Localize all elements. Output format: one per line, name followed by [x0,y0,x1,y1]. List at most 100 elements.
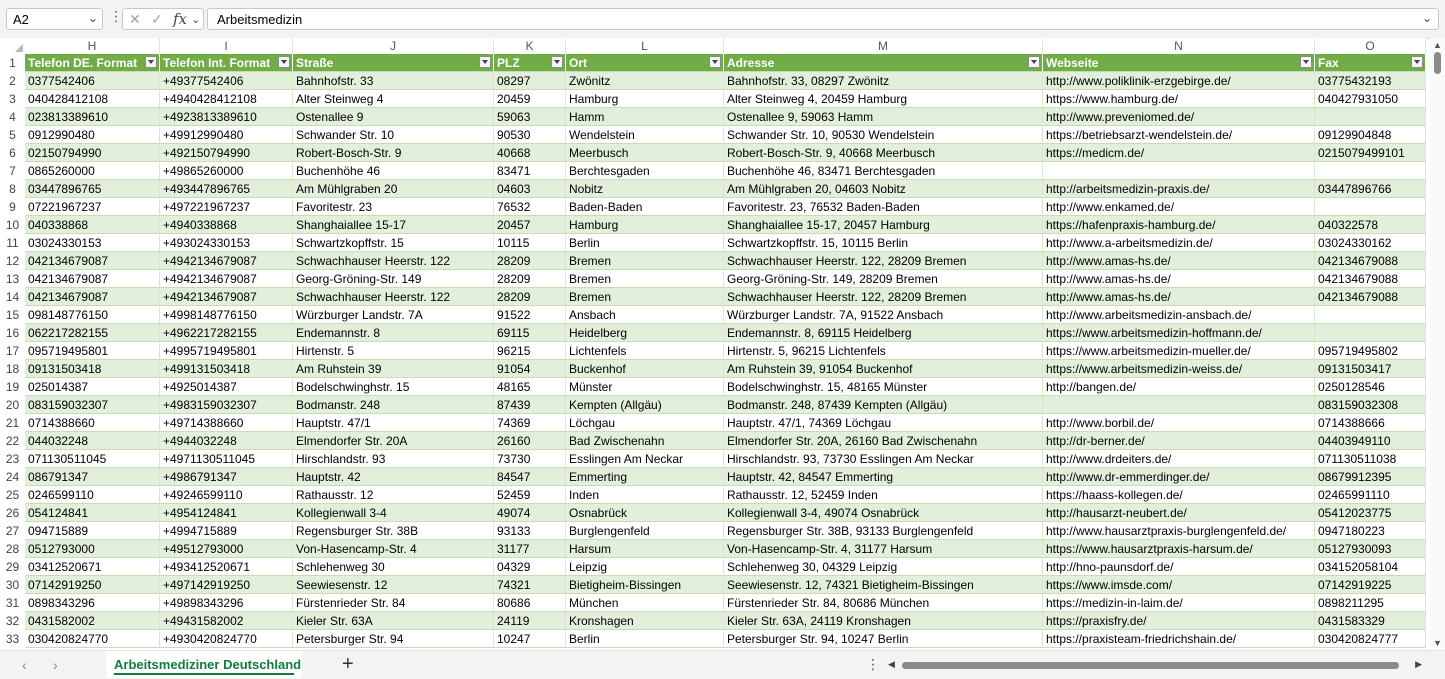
filter-dropdown-icon[interactable] [1300,56,1312,68]
table-cell[interactable]: 26160 [494,432,566,450]
table-cell[interactable]: 062217282155 [25,324,160,342]
table-cell[interactable]: Hirschlandstr. 93, 73730 Esslingen Am Ne… [724,450,1043,468]
table-cell[interactable]: 098148776150 [25,306,160,324]
row-header[interactable]: 25 [0,486,25,504]
table-header-cell[interactable]: Straße [293,54,494,72]
table-cell[interactable]: +49865260000 [160,162,293,180]
table-cell[interactable]: 030420824777 [1315,630,1426,648]
table-cell[interactable]: Endemannstr. 8, 69115 Heidelberg [724,324,1043,342]
table-cell[interactable]: 0714388660 [25,414,160,432]
table-header-cell[interactable]: Fax [1315,54,1426,72]
table-cell[interactable]: http://www.amas-hs.de/ [1043,288,1315,306]
column-header[interactable]: K [494,38,566,54]
table-cell[interactable]: +4962217282155 [160,324,293,342]
table-cell[interactable]: Ostenallee 9 [293,108,494,126]
row-header[interactable]: 9 [0,198,25,216]
table-cell[interactable]: Schwachhauser Heerstr. 122 [293,288,494,306]
table-cell[interactable]: 40668 [494,144,566,162]
next-sheet-icon[interactable]: › [53,657,58,673]
table-cell[interactable]: 07142919250 [25,576,160,594]
table-cell[interactable]: 0898211295 [1315,594,1426,612]
table-cell[interactable]: 76532 [494,198,566,216]
table-cell[interactable]: 02465991110 [1315,486,1426,504]
table-cell[interactable]: Favoritestr. 23 [293,198,494,216]
table-cell[interactable]: Hamm [566,108,724,126]
table-cell[interactable]: 023813389610 [25,108,160,126]
table-cell[interactable]: +4995719495801 [160,342,293,360]
table-cell[interactable]: +4942134679087 [160,270,293,288]
table-cell[interactable]: +493412520671 [160,558,293,576]
table-cell[interactable]: +4983159032307 [160,396,293,414]
table-cell[interactable]: 095719495801 [25,342,160,360]
scroll-left-icon[interactable]: ◀ [888,659,895,670]
table-cell[interactable]: +497221967237 [160,198,293,216]
table-cell[interactable]: +4942134679087 [160,252,293,270]
table-cell[interactable]: Emmerting [566,468,724,486]
table-cell[interactable]: Petersburger Str. 94 [293,630,494,648]
table-cell[interactable]: 040322578 [1315,216,1426,234]
table-cell[interactable]: Seewiesenstr. 12 [293,576,494,594]
table-cell[interactable]: http://dr-berner.de/ [1043,432,1315,450]
scroll-down-icon[interactable]: ▼ [1433,638,1442,648]
table-cell[interactable]: 0912990480 [25,126,160,144]
table-cell[interactable]: Petersburger Str. 94, 10247 Berlin [724,630,1043,648]
table-cell[interactable]: Heidelberg [566,324,724,342]
table-cell[interactable]: Rathausstr. 12, 52459 Inden [724,486,1043,504]
table-cell[interactable]: Hauptstr. 47/1 [293,414,494,432]
table-cell[interactable]: 0947180223 [1315,522,1426,540]
table-cell[interactable]: 96215 [494,342,566,360]
table-cell[interactable]: 07142919225 [1315,576,1426,594]
table-cell[interactable] [1315,162,1426,180]
table-cell[interactable]: Von-Hasencamp-Str. 4, 31177 Harsum [724,540,1043,558]
table-cell[interactable]: Seewiesenstr. 12, 74321 Bietigheim-Bissi… [724,576,1043,594]
table-cell[interactable]: 040338868 [25,216,160,234]
row-header[interactable]: 1 [0,54,25,72]
table-cell[interactable]: +493447896765 [160,180,293,198]
column-header[interactable]: J [293,38,494,54]
table-cell[interactable]: http://www.poliklinik-erzgebirge.de/ [1043,72,1315,90]
table-cell[interactable]: 02150794990 [25,144,160,162]
table-cell[interactable]: 20459 [494,90,566,108]
table-cell[interactable]: Esslingen Am Neckar [566,450,724,468]
table-cell[interactable]: +4986791347 [160,468,293,486]
table-cell[interactable]: Schwartzkopffstr. 15, 10115 Berlin [724,234,1043,252]
table-cell[interactable]: 91054 [494,360,566,378]
table-cell[interactable]: 040427931050 [1315,90,1426,108]
table-cell[interactable]: 05127930093 [1315,540,1426,558]
table-cell[interactable]: Würzburger Landstr. 7A [293,306,494,324]
table-cell[interactable]: 0865260000 [25,162,160,180]
table-cell[interactable]: Bietigheim-Bissingen [566,576,724,594]
table-cell[interactable]: Schwachhauser Heerstr. 122, 28209 Bremen [724,288,1043,306]
table-cell[interactable]: +4923813389610 [160,108,293,126]
table-cell[interactable]: Bahnhofstr. 33 [293,72,494,90]
row-header[interactable]: 16 [0,324,25,342]
table-cell[interactable] [1043,396,1315,414]
table-cell[interactable]: +492150794990 [160,144,293,162]
table-cell[interactable]: 04329 [494,558,566,576]
row-header[interactable]: 8 [0,180,25,198]
table-cell[interactable]: Bodelschwinghstr. 15, 48165 Münster [724,378,1043,396]
table-cell[interactable]: 0250128546 [1315,378,1426,396]
table-cell[interactable]: 08297 [494,72,566,90]
table-cell[interactable]: Robert-Bosch-Str. 9, 40668 Meerbusch [724,144,1043,162]
table-cell[interactable]: Inden [566,486,724,504]
filter-dropdown-icon[interactable] [1028,56,1040,68]
table-cell[interactable]: 042134679087 [25,252,160,270]
table-cell[interactable]: Lichtenfels [566,342,724,360]
table-cell[interactable]: +4930420824770 [160,630,293,648]
table-cell[interactable]: 80686 [494,594,566,612]
table-cell[interactable]: 083159032308 [1315,396,1426,414]
table-cell[interactable]: https://hafenpraxis-hamburg.de/ [1043,216,1315,234]
table-cell[interactable]: Elmendorfer Str. 20A, 26160 Bad Zwischen… [724,432,1043,450]
table-cell[interactable]: Ostenallee 9, 59063 Hamm [724,108,1043,126]
table-cell[interactable]: https://www.arbeitsmedizin-hoffmann.de/ [1043,324,1315,342]
check-icon[interactable]: ✓ [151,11,163,28]
table-cell[interactable]: 0898343296 [25,594,160,612]
table-cell[interactable]: 03024330153 [25,234,160,252]
table-header-cell[interactable]: Telefon Int. Format [160,54,293,72]
table-cell[interactable]: Robert-Bosch-Str. 9 [293,144,494,162]
table-cell[interactable]: 09129904848 [1315,126,1426,144]
table-cell[interactable] [1315,108,1426,126]
row-header[interactable]: 6 [0,144,25,162]
row-header[interactable]: 3 [0,90,25,108]
